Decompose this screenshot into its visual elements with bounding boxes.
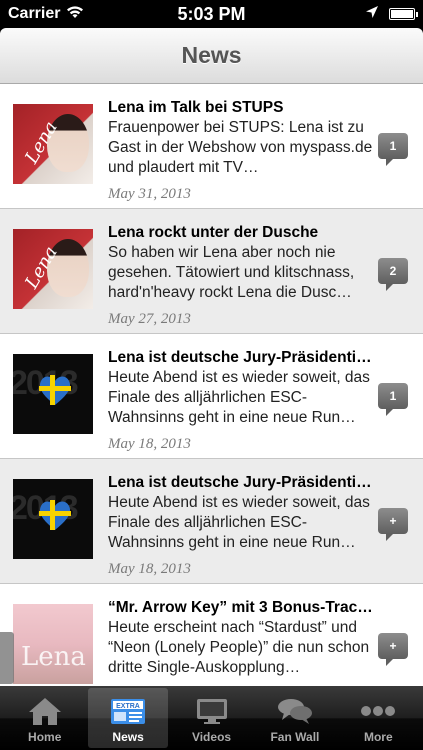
news-title: Lena rockt unter der Dusche <box>108 224 319 241</box>
news-thumbnail: Lena <box>13 104 93 184</box>
news-snippet: Heute Abend ist es wieder soweit, das Fi… <box>108 369 370 426</box>
carrier-label: Carrier <box>8 5 61 22</box>
news-snippet: So haben wir Lena aber noch nie gesehen.… <box>108 244 355 301</box>
status-bar: Carrier 5:03 PM <box>0 0 423 28</box>
news-snippet: Heute Abend ist es wieder soweit, das Fi… <box>108 494 370 551</box>
news-date: May 18, 2013 <box>108 561 191 577</box>
news-item[interactable]: 2013 Lena ist deutsche Jury-Präsidenti… … <box>0 459 423 584</box>
location-arrow-icon <box>365 5 379 24</box>
tab-label: Videos <box>191 730 232 744</box>
newspaper-icon: EXTRA <box>109 694 147 728</box>
news-title: Lena im Talk bei STUPS <box>108 99 284 116</box>
status-left: Carrier <box>8 5 148 24</box>
news-date: May 31, 2013 <box>108 186 191 202</box>
news-title: Lena ist deutsche Jury-Präsidenti… <box>108 349 372 366</box>
news-item[interactable]: Lena Lena im Talk bei STUPS Frauenpower … <box>0 84 423 209</box>
tab-label: More <box>363 730 393 744</box>
news-date: May 18, 2013 <box>108 436 191 452</box>
news-date: May 27, 2013 <box>108 311 191 327</box>
news-snippet: Frauenpower bei STUPS: Lena ist zu Gast … <box>108 119 373 176</box>
tab-news[interactable]: EXTRA News <box>88 688 168 748</box>
nav-bar: News <box>0 28 423 84</box>
news-item[interactable]: 2013 Lena ist deutsche Jury-Präsidenti… … <box>0 334 423 459</box>
status-right <box>275 5 418 24</box>
comment-count-badge[interactable]: 1 <box>378 383 408 416</box>
tv-icon <box>195 694 229 728</box>
news-thumbnail: 2013 <box>13 354 93 434</box>
heart-icon <box>39 375 71 405</box>
comment-count-badge[interactable]: + <box>378 508 408 541</box>
house-icon <box>27 694 63 728</box>
comment-count-badge[interactable]: 2 <box>378 258 408 291</box>
news-list[interactable]: Lena Lena im Talk bei STUPS Frauenpower … <box>0 84 423 686</box>
tab-more[interactable]: More <box>339 688 418 748</box>
page-title: News <box>181 42 242 68</box>
heart-icon <box>39 500 71 530</box>
tab-label: Home <box>28 730 62 744</box>
chat-bubbles-icon <box>276 694 314 728</box>
battery-icon <box>389 8 418 20</box>
side-panel-handle[interactable] <box>0 632 14 684</box>
news-title: Lena ist deutsche Jury-Präsidenti… <box>108 474 372 491</box>
tab-bar: Home EXTRA News Videos Fan Wall More <box>0 686 423 750</box>
news-snippet: Heute erscheint nach “Stardust” und “Neo… <box>108 619 370 676</box>
comment-count-badge[interactable]: 1 <box>378 133 408 166</box>
news-item[interactable]: Lena “Mr. Arrow Key” mit 3 Bonus-Trac… H… <box>0 584 423 686</box>
tab-label: Fan Wall <box>270 730 320 744</box>
comment-count-badge[interactable]: + <box>378 633 408 666</box>
news-item[interactable]: Lena Lena rockt unter der Dusche So habe… <box>0 209 423 334</box>
news-thumbnail: 2013 <box>13 479 93 559</box>
tab-label: News <box>112 730 144 744</box>
status-time: 5:03 PM <box>177 3 246 24</box>
wifi-icon <box>66 5 84 24</box>
news-thumbnail: Lena <box>13 604 93 684</box>
news-thumbnail: Lena <box>13 229 93 309</box>
svg-text:EXTRA: EXTRA <box>116 703 140 710</box>
tab-home[interactable]: Home <box>5 688 84 748</box>
tab-videos[interactable]: Videos <box>172 688 251 748</box>
more-dots-icon <box>359 694 397 728</box>
tab-fan-wall[interactable]: Fan Wall <box>255 688 334 748</box>
news-title: “Mr. Arrow Key” mit 3 Bonus-Trac… <box>108 599 373 616</box>
